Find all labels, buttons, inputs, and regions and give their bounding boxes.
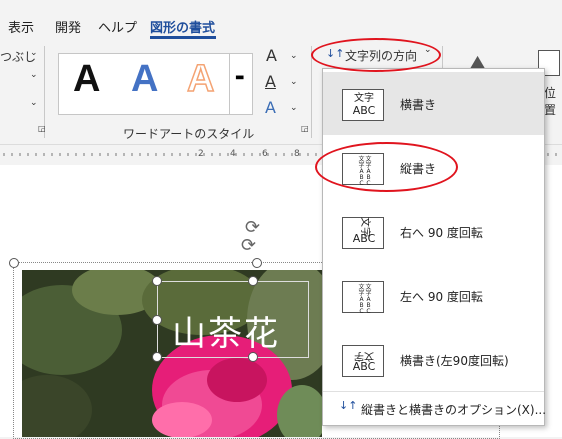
chevron-down-icon[interactable]: ⌄ <box>30 98 38 108</box>
tab-developer[interactable]: 開発 <box>55 17 81 36</box>
text-effects-icon[interactable]: A <box>265 98 276 117</box>
dialog-launcher-icon[interactable]: ◲ <box>301 124 309 133</box>
resize-handle[interactable] <box>152 352 162 362</box>
resize-handle[interactable] <box>152 276 162 286</box>
ruler-label: 4 <box>230 149 236 159</box>
active-tab-indicator <box>150 36 216 39</box>
ruler-label: 8 <box>294 149 300 159</box>
resize-handle[interactable] <box>9 258 19 268</box>
menu-item-horizontal[interactable]: 文字 ABC 横書き <box>323 72 544 135</box>
text-fill-icon[interactable]: A <box>266 46 277 65</box>
tab-view[interactable]: 表示 <box>8 17 34 36</box>
tab-shape-format[interactable]: 図形の書式 <box>150 17 215 36</box>
text-box[interactable]: 山茶花 <box>157 281 309 358</box>
wordart-style-orange[interactable]: A <box>186 57 215 101</box>
chevron-down-icon[interactable]: ⌄ <box>30 70 38 80</box>
more-icon: ▬ <box>235 72 245 83</box>
menu-item-rotate-right[interactable]: 文字 ABC 右へ 90 度回転 <box>323 200 544 263</box>
tab-help[interactable]: ヘルプ <box>98 17 137 36</box>
resize-handle[interactable] <box>248 276 258 286</box>
chevron-down-icon[interactable]: ⌄ <box>290 51 298 61</box>
wordart-styles-group-label: ワードアートのスタイル <box>123 127 255 141</box>
rotate-right-90-icon: 文字 ABC <box>342 217 384 249</box>
horizontal-rotate-left-icon: 文字 ABC <box>342 345 384 377</box>
highlight-oval-button <box>311 38 441 72</box>
ruler-label: 6 <box>262 149 268 159</box>
menu-item-rotate-left[interactable]: 文字ABC 文字ABC 左へ 90 度回転 <box>323 264 544 327</box>
wordart-style-blue[interactable]: A <box>131 58 158 101</box>
group-separator <box>311 46 312 138</box>
menu-divider <box>323 391 544 392</box>
highlight-oval-vertical <box>315 142 458 192</box>
menu-item-label: 横書き <box>400 98 437 112</box>
text-direction-options-item[interactable]: ↓↑ 縦書きと横書きのオプション(X)... <box>323 395 547 421</box>
menu-item-label: 横書き(左90度回転) <box>400 354 509 368</box>
rotate-handle-icon[interactable]: ⟳ <box>241 235 256 256</box>
horizontal-text-icon: 文字 ABC <box>342 89 384 121</box>
resize-handle[interactable] <box>152 315 162 325</box>
chevron-down-icon[interactable]: ⌄ <box>290 77 298 87</box>
menu-item-label: 右へ 90 度回転 <box>400 226 483 240</box>
chevron-down-icon[interactable]: ⌄ <box>30 48 38 58</box>
position-label[interactable]: 位置 <box>544 84 562 118</box>
dialog-launcher-icon[interactable]: ◲ <box>38 124 46 133</box>
text-direction-menu: 文字 ABC 横書き 文字ABC 文字ABC 縦書き 文字 ABC 右へ 90 … <box>322 68 547 426</box>
menu-item-label: 左へ 90 度回転 <box>400 290 483 304</box>
menu-item-horizontal-rotate-left[interactable]: 文字 ABC 横書き(左90度回転) <box>323 328 544 391</box>
text-direction-icon: ↓↑ <box>339 399 358 412</box>
text-box-content[interactable]: 山茶花 <box>172 306 280 355</box>
text-outline-icon[interactable]: A <box>265 72 276 91</box>
ruler-label: 2 <box>198 149 204 159</box>
wordart-style-black[interactable]: A <box>73 58 100 101</box>
wordart-gallery-more-button[interactable]: ▬ <box>229 53 253 115</box>
rotate-left-90-icon: 文字ABC 文字ABC <box>342 281 384 315</box>
ribbon-tabs: 表示 開発 ヘルプ 図形の書式 <box>0 0 562 40</box>
resize-handle[interactable] <box>248 352 258 362</box>
chevron-down-icon[interactable]: ⌄ <box>290 103 298 113</box>
options-label: 縦書きと横書きのオプション(X)... <box>361 403 547 417</box>
wordart-gallery: A A A <box>58 53 231 115</box>
resize-handle[interactable] <box>252 258 262 268</box>
